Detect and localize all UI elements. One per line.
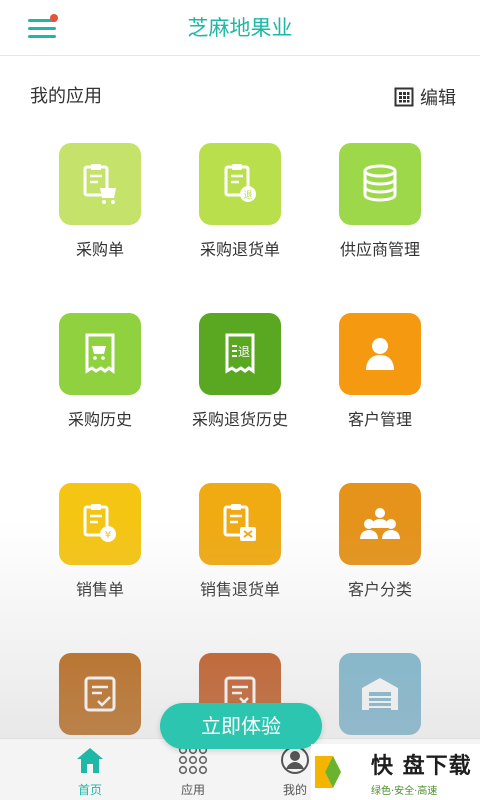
kuaipan-logo-icon: [315, 756, 341, 788]
edit-button[interactable]: 编辑: [394, 82, 456, 112]
app-item-supplier[interactable]: 供应商管理: [300, 140, 460, 280]
app-item-sales-order[interactable]: ¥ 销售单: [20, 480, 180, 620]
svg-text:退: 退: [238, 345, 250, 359]
edit-label: 编辑: [420, 88, 456, 109]
watermark-logo: 快 盘下载 绿色·安全·高速: [311, 744, 480, 800]
svg-text:退: 退: [243, 190, 252, 201]
app-item-sales-return[interactable]: 销售退货单: [160, 480, 320, 620]
edit-grid-icon: [394, 87, 414, 107]
section-header: 我的应用 编辑: [0, 82, 480, 112]
tab-label: 首页: [77, 783, 102, 797]
watermark-sub-text: 绿色·安全·高速: [371, 785, 438, 797]
user-icon: [281, 746, 309, 774]
tab-home[interactable]: 首页: [40, 739, 140, 800]
customer-icon: [339, 313, 421, 395]
purchase-order-icon: [59, 143, 141, 225]
warehouse-icon: [339, 653, 421, 735]
app-item-purchase-return-history[interactable]: 退 采购退货历史: [160, 310, 320, 450]
app-label: 销售退货单: [199, 580, 280, 599]
apps-grid-icon: [178, 745, 208, 775]
app-label: 采购单: [75, 240, 124, 259]
app-label: 采购退货历史: [191, 410, 288, 429]
watermark-main-text: 快 盘下载: [371, 753, 472, 779]
app-item-customer-group[interactable]: 客户分类: [300, 480, 460, 620]
purchase-return-icon: 退: [199, 143, 281, 225]
page-title: 芝麻地果业: [187, 16, 293, 40]
document-check-icon: [59, 653, 141, 735]
tab-label: 应用: [180, 783, 205, 797]
app-item-purchase-history[interactable]: 采购历史: [20, 310, 180, 450]
app-item-purchase-return[interactable]: 退 采购退货单: [160, 140, 320, 280]
app-item-customer[interactable]: 客户管理: [300, 310, 460, 450]
purchase-return-history-icon: 退: [199, 313, 281, 395]
app-item-purchase-order[interactable]: 采购单: [20, 140, 180, 280]
sales-return-icon: [199, 483, 281, 565]
top-bar: 芝麻地果业: [0, 0, 480, 56]
try-now-button[interactable]: 立即体验: [160, 703, 322, 749]
section-title: 我的应用: [30, 86, 102, 107]
app-label: 客户分类: [347, 580, 412, 599]
app-label: 销售单: [75, 580, 124, 599]
purchase-history-icon: [59, 313, 141, 395]
app-label: 供应商管理: [339, 240, 420, 259]
app-label: 采购退货单: [199, 240, 280, 259]
supplier-database-icon: [339, 143, 421, 225]
app-label: 客户管理: [347, 410, 412, 429]
svg-text:¥: ¥: [105, 530, 111, 541]
app-label: 采购历史: [67, 410, 132, 429]
home-icon: [77, 748, 103, 773]
sales-order-icon: ¥: [59, 483, 141, 565]
customer-group-icon: [339, 483, 421, 565]
